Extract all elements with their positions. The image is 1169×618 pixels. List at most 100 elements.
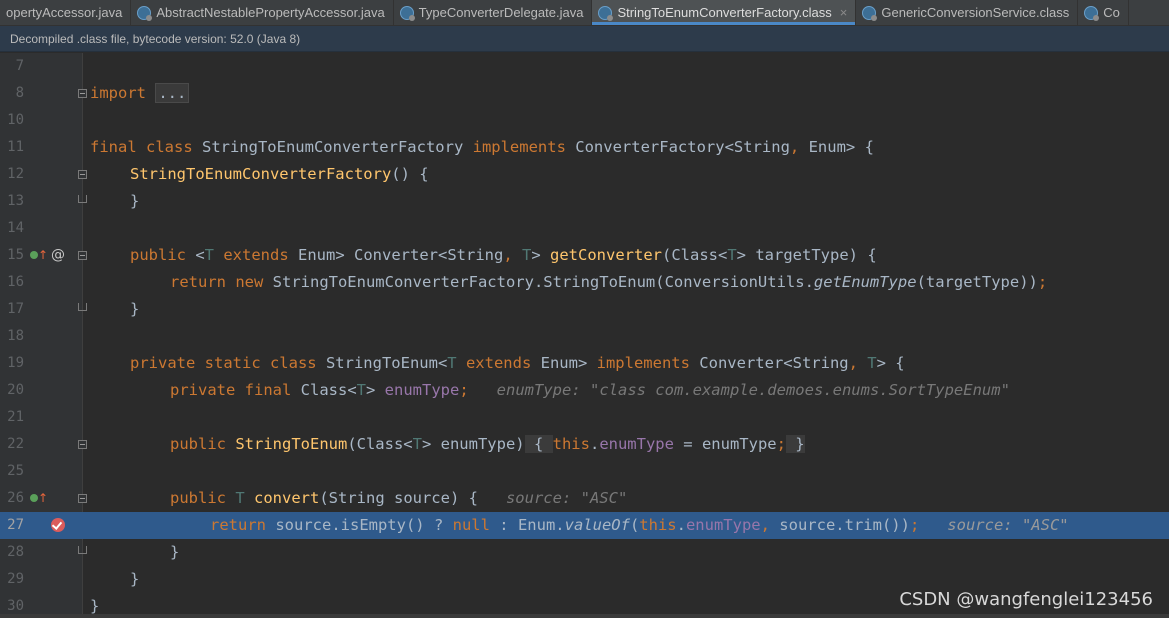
comma: , xyxy=(789,138,800,156)
code-line[interactable]: 25 xyxy=(0,458,1169,485)
code-line[interactable]: 12 StringToEnumConverterFactory() { xyxy=(0,161,1169,188)
code-line[interactable]: 20 private final Class<T> enumType; enum… xyxy=(0,377,1169,404)
implements-method-icon[interactable]: ↑ xyxy=(30,249,48,261)
fold-end-icon[interactable] xyxy=(78,303,87,311)
code-line[interactable]: 18 xyxy=(0,323,1169,350)
field-name: enumType xyxy=(685,516,761,534)
editor-tab-bar: opertyAccessor.java AbstractNestableProp… xyxy=(0,0,1169,26)
semicolon: ; xyxy=(459,381,469,399)
implements-method-icon[interactable]: ↑ xyxy=(30,492,48,504)
code-fragment: : Enum. xyxy=(489,516,565,534)
code-text: public <T extends Enum> Converter<String… xyxy=(130,242,877,269)
code-editor[interactable]: 7 8 import ... 10 11 final class StringT… xyxy=(0,53,1169,618)
code-line[interactable]: 22 public StringToEnum(Class<T> enumType… xyxy=(0,431,1169,458)
breakpoint-icon[interactable] xyxy=(51,518,65,532)
code-text: private final Class<T> enumType; enumTyp… xyxy=(170,377,1010,404)
close-icon[interactable]: × xyxy=(840,6,848,19)
code-fragment: { xyxy=(524,435,553,453)
code-fragment: = enumType xyxy=(673,435,777,453)
keyword: null xyxy=(452,516,490,534)
code-fragment: Class< xyxy=(300,381,357,399)
code-line[interactable]: 16 return new StringToEnumConverterFacto… xyxy=(0,269,1169,296)
code-line[interactable]: 28 } xyxy=(0,539,1169,566)
tab-string-to-enum-converter-factory[interactable]: StringToEnumConverterFactory.class × xyxy=(592,0,857,25)
code-fragment: ( xyxy=(629,516,640,534)
line-number: 29 xyxy=(7,571,24,587)
fold-collapse-icon[interactable] xyxy=(78,251,87,260)
tab-label: Co xyxy=(1103,5,1120,20)
code-line[interactable]: 17 } xyxy=(0,296,1169,323)
keyword: import xyxy=(90,84,146,102)
code-line[interactable]: 10 xyxy=(0,107,1169,134)
fold-expand-icon[interactable] xyxy=(78,89,87,98)
code-text: import ... xyxy=(90,80,190,107)
code-fragment: ConverterFactory<String xyxy=(575,138,790,156)
method-name: convert xyxy=(254,489,320,507)
code-fragment: > xyxy=(531,246,551,264)
constructor-name: StringToEnumConverterFactory xyxy=(130,165,392,183)
code-line[interactable]: 21 xyxy=(0,404,1169,431)
tab-label: AbstractNestablePropertyAccessor.java xyxy=(156,5,385,20)
annotation-icon[interactable]: @ xyxy=(51,242,65,269)
line-number: 22 xyxy=(7,436,24,452)
code-fragment: (String source) { xyxy=(319,489,478,507)
tab-generic-conversion-service[interactable]: GenericConversionService.class xyxy=(856,0,1079,25)
semicolon: ; xyxy=(776,435,786,453)
field-name: enumType xyxy=(599,435,674,453)
code-line[interactable]: 26 ↑ public T convert(String source) { s… xyxy=(0,485,1169,512)
code-fragment: (targetType)) xyxy=(916,273,1038,291)
code-fragment: Enum> { xyxy=(799,138,874,156)
constructor-name: StringToEnum xyxy=(235,435,348,453)
tab-abstract-nestable-property-accessor[interactable]: AbstractNestablePropertyAccessor.java xyxy=(131,0,394,25)
keyword: this xyxy=(552,435,590,453)
class-file-icon xyxy=(1084,5,1100,21)
fold-end-icon[interactable] xyxy=(78,195,87,203)
code-fragment: . xyxy=(589,435,600,453)
fold-collapse-icon[interactable] xyxy=(78,494,87,503)
code-fragment: > xyxy=(366,381,385,399)
code-text: StringToEnumConverterFactory() { xyxy=(130,161,429,188)
code-line[interactable]: 13 } xyxy=(0,188,1169,215)
line-number: 13 xyxy=(7,193,24,209)
code-fragment: StringToEnumConverterFactory.StringToEnu… xyxy=(272,273,814,291)
code-text: return new StringToEnumConverterFactory.… xyxy=(170,269,1047,296)
folded-imports[interactable]: ... xyxy=(155,83,190,103)
field-name: enumType xyxy=(384,381,460,399)
current-execution-line[interactable]: 27 return source.isEmpty() ? null : Enum… xyxy=(0,512,1169,539)
code-line[interactable]: 8 import ... xyxy=(0,80,1169,107)
code-fragment: (Class< xyxy=(662,246,728,264)
class-file-icon xyxy=(399,5,415,21)
static-method-call: valueOf xyxy=(564,516,630,534)
tab-label: TypeConverterDelegate.java xyxy=(418,5,584,20)
class-name: StringToEnumConverterFactory xyxy=(201,138,473,156)
code-fragment: > targetType) { xyxy=(736,246,877,264)
line-number: 10 xyxy=(7,112,24,128)
code-line[interactable]: 11 final class StringToEnumConverterFact… xyxy=(0,134,1169,161)
class-file-icon xyxy=(137,5,153,21)
tab-overflow[interactable]: Co xyxy=(1078,0,1129,25)
fold-collapse-icon[interactable] xyxy=(78,170,87,179)
tab-property-accessor[interactable]: opertyAccessor.java xyxy=(0,0,132,25)
debug-inline-value: enumType: "class com.example.demoes.enum… xyxy=(496,381,1010,399)
code-text: final class StringToEnumConverterFactory… xyxy=(90,134,874,161)
line-number: 25 xyxy=(7,463,24,479)
code-fragment: < xyxy=(195,246,205,264)
keyword: implements xyxy=(596,354,700,372)
type-param: T xyxy=(857,354,877,372)
code-fragment: Enum> Converter<String xyxy=(298,246,504,264)
method-name: getConverter xyxy=(550,246,662,264)
code-line[interactable]: 19 private static class StringToEnum<T e… xyxy=(0,350,1169,377)
code-fragment: } xyxy=(785,435,805,453)
tab-type-converter-delegate[interactable]: TypeConverterDelegate.java xyxy=(394,0,593,25)
watermark: CSDN @wangfenglei123456 xyxy=(899,589,1153,610)
fold-expand-icon[interactable] xyxy=(78,440,87,449)
code-line[interactable]: 15 ↑ @ public <T extends Enum> Converter… xyxy=(0,242,1169,269)
code-line[interactable]: 7 xyxy=(0,53,1169,80)
type-param: T xyxy=(356,381,366,399)
horizontal-scrollbar[interactable] xyxy=(0,614,1169,618)
fold-end-icon[interactable] xyxy=(78,546,87,554)
code-text: } xyxy=(130,570,140,588)
code-line[interactable]: 14 xyxy=(0,215,1169,242)
line-number: 14 xyxy=(7,220,24,236)
type-param: T xyxy=(512,246,532,264)
